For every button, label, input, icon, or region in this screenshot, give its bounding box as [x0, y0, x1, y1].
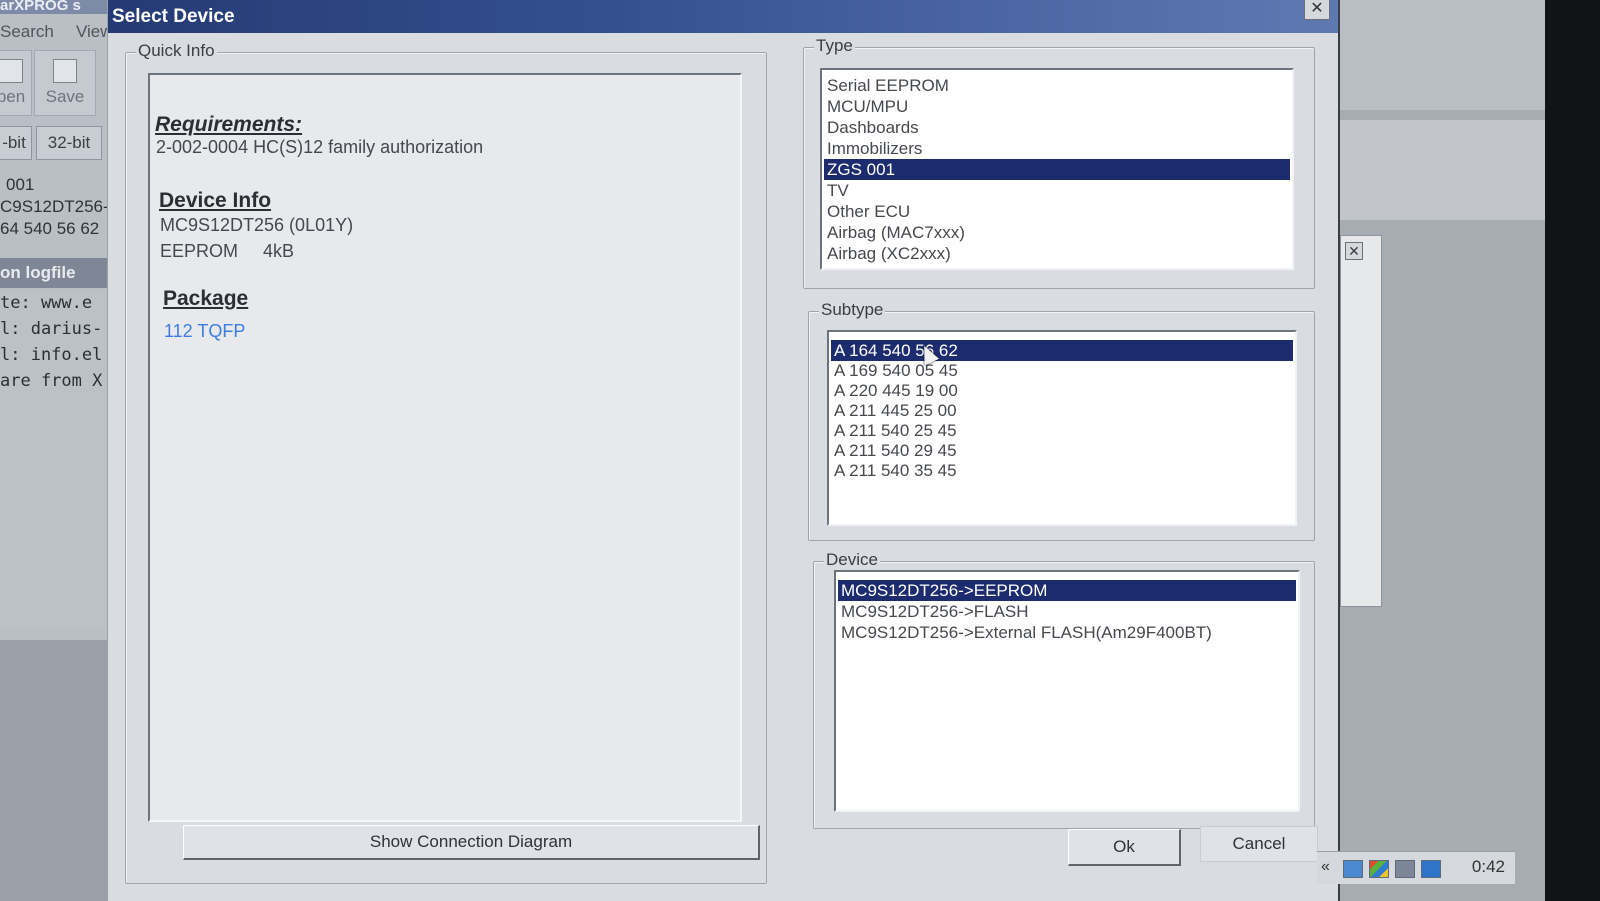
windows-flag-icon[interactable] [1369, 860, 1389, 878]
subtype-list[interactable]: A 164 540 56 62 A 169 540 05 45 A 220 44… [827, 330, 1297, 526]
package-heading: Package [163, 287, 249, 310]
close-icon[interactable]: ✕ [1345, 242, 1363, 260]
select-device-dialog: Select Device ✕ Quick Info Requirements:… [107, 0, 1338, 901]
background-bit-buttons: -bit 32-bit [0, 126, 115, 160]
device-item-eeprom[interactable]: MC9S12DT256->EEPROM [838, 580, 1296, 601]
open-icon [0, 59, 23, 83]
network-icon[interactable] [1343, 860, 1363, 878]
background-device-info: 001 C9S12DT256- 64 540 56 62 [0, 175, 109, 238]
subtype-item-a1695400545[interactable]: A 169 540 05 45 [831, 360, 1293, 381]
type-item-immobilizers[interactable]: Immobilizers [824, 138, 1290, 159]
type-item-other-ecu[interactable]: Other ECU [824, 201, 1290, 222]
package-link[interactable]: 112 TQFP [164, 321, 245, 342]
subtype-label: Subtype [819, 300, 886, 320]
subtype-item-a2114452500[interactable]: A 211 445 25 00 [831, 400, 1293, 421]
tray-clock[interactable]: 0:42 [1472, 857, 1505, 877]
type-item-zgs-001[interactable]: ZGS 001 [824, 159, 1290, 180]
menu-search[interactable]: Search [0, 22, 54, 42]
type-group: Type Serial EEPROM MCU/MPU Dashboards Im… [803, 36, 1315, 289]
type-item-airbag-mac7xxx[interactable]: Airbag (MAC7xxx) [824, 222, 1290, 243]
device-list[interactable]: MC9S12DT256->EEPROM MC9S12DT256->FLASH M… [834, 570, 1300, 812]
type-item-dashboards[interactable]: Dashboards [824, 117, 1290, 138]
open-tool-button[interactable]: pen [0, 50, 32, 116]
device-info-line2: EEPROM 4kB [160, 241, 295, 261]
quick-info-label: Quick Info [136, 41, 217, 61]
device-group: Device MC9S12DT256->EEPROM MC9S12DT256->… [813, 550, 1315, 829]
subtype-item-a2115402545[interactable]: A 211 540 25 45 [831, 420, 1293, 441]
quick-info-group: Quick Info Requirements: 2-002-0004 HC(S… [125, 41, 767, 884]
type-item-airbag-xc2xxx[interactable]: Airbag (XC2xxx) [824, 243, 1290, 264]
requirements-text: 2-002-0004 HC(S)12 family authorization [156, 137, 484, 157]
requirements-heading: Requirements: [155, 113, 303, 136]
dialog-close-button[interactable]: ✕ [1304, 0, 1330, 20]
quick-info-box: Requirements: 2-002-0004 HC(S)12 family … [148, 73, 742, 822]
device-item-external-flash[interactable]: MC9S12DT256->External FLASH(Am29F400BT) [838, 622, 1296, 643]
device-info-line1: MC9S12DT256 (0L01Y) [160, 215, 354, 235]
background-right-area: ✕ [1340, 0, 1545, 901]
show-connection-diagram-button[interactable]: Show Connection Diagram [183, 825, 760, 860]
device-info-heading: Device Info [159, 189, 272, 212]
background-side-panel: ✕ [1340, 235, 1382, 607]
ok-button[interactable]: Ok [1068, 829, 1181, 866]
type-item-serial-eeprom[interactable]: Serial EEPROM [824, 75, 1290, 96]
subtype-item-a2115403545[interactable]: A 211 540 35 45 [831, 460, 1293, 481]
bit-button-32[interactable]: 32-bit [36, 126, 102, 160]
system-tray: « 0:42 [1317, 851, 1515, 884]
subtype-item-a1645405662[interactable]: A 164 540 56 62 [831, 340, 1293, 361]
cancel-button[interactable]: Cancel [1200, 826, 1318, 862]
close-icon: ✕ [1310, 0, 1324, 17]
save-icon [53, 59, 77, 83]
type-label: Type [814, 36, 855, 56]
subtype-group: Subtype A 164 540 56 62 A 169 540 05 45 … [808, 300, 1315, 541]
background-toolbar: pen Save [0, 50, 115, 116]
type-list[interactable]: Serial EEPROM MCU/MPU Dashboards Immobil… [820, 68, 1294, 270]
device-item-flash[interactable]: MC9S12DT256->FLASH [838, 601, 1296, 622]
type-item-tv[interactable]: TV [824, 180, 1290, 201]
monitor-bezel [1545, 0, 1600, 901]
save-tool-button[interactable]: Save [34, 50, 96, 116]
bit-button-16[interactable]: -bit [0, 126, 32, 160]
display-icon[interactable] [1421, 860, 1441, 878]
tray-expand-icon[interactable]: « [1321, 858, 1330, 876]
dialog-titlebar[interactable]: Select Device ✕ [108, 0, 1338, 33]
logfile-header: on logfile [0, 258, 115, 288]
subtype-item-a2115402945[interactable]: A 211 540 29 45 [831, 440, 1293, 461]
subtype-item-a2204451900[interactable]: A 220 445 19 00 [831, 380, 1293, 401]
device-label: Device [824, 550, 880, 570]
dialog-title: Select Device [112, 6, 235, 27]
type-item-mcu-mpu[interactable]: MCU/MPU [824, 96, 1290, 117]
monitor-icon[interactable] [1395, 860, 1415, 878]
